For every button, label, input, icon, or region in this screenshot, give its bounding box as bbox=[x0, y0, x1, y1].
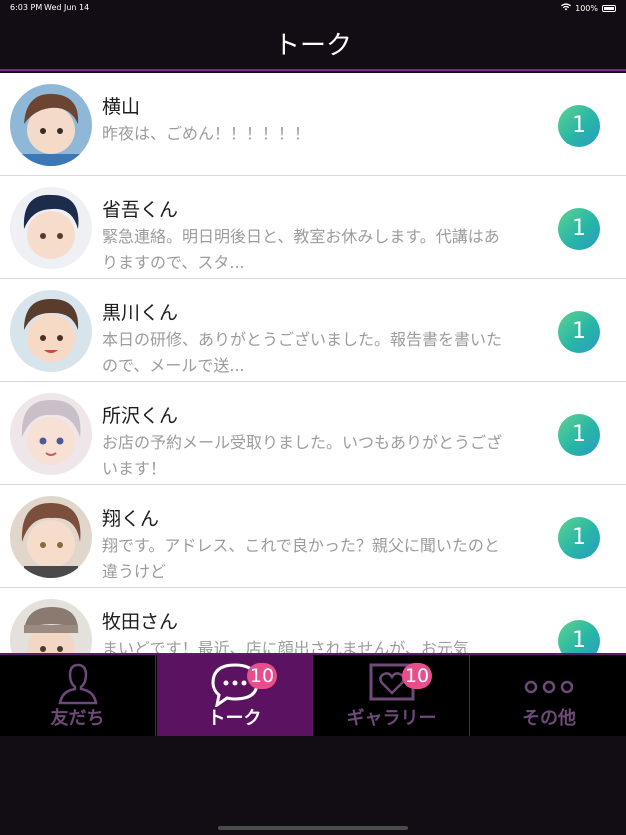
tab-bar: 友だち 10 トーク 10 ギャラリー その他 bbox=[0, 653, 626, 736]
gallery-heart-icon bbox=[314, 661, 469, 709]
status-date: Wed Jun 14 bbox=[44, 3, 90, 12]
tab-label: 友だち bbox=[50, 708, 105, 729]
chat-preview: お店の予約メール受取りました。いつもありがとうございます！ bbox=[102, 433, 503, 478]
chat-row[interactable]: 翔くん 翔です。アドレス、これで良かった？親父に聞いたのと違うけど 1 bbox=[0, 485, 626, 588]
chat-row[interactable]: 黒川くん 本日の研修、ありがとうございました。報告書を書いたので、メールで送..… bbox=[0, 279, 626, 382]
battery-icon bbox=[602, 4, 616, 12]
status-bar: 6:03 PM Wed Jun 14 100% bbox=[0, 0, 626, 16]
chat-preview: 本日の研修、ありがとうございました。報告書を書いたので、メールで送... bbox=[102, 330, 503, 375]
chat-row[interactable]: 省吾くん 緊急連絡。明日明後日と、教室お休みします。代講はありますので、スタ..… bbox=[0, 176, 626, 279]
battery-percent: 100% bbox=[575, 3, 598, 13]
unread-badge: 1 bbox=[558, 517, 600, 559]
chat-name: 省吾くん bbox=[102, 199, 179, 221]
chat-preview: まいどです！最近、店に顔出されませんが、お元気 bbox=[102, 639, 469, 653]
chat-preview: 翔です。アドレス、これで良かった？親父に聞いたのと違うけど bbox=[102, 536, 500, 581]
app-screen: 6:03 PM Wed Jun 14 100% トーク 横山 昨夜は、ごめん！！… bbox=[0, 0, 626, 835]
unread-badge: 1 bbox=[558, 105, 600, 147]
avatar bbox=[10, 599, 92, 653]
chat-row[interactable]: 横山 昨夜は、ごめん！！！！！！ 1 bbox=[0, 73, 626, 176]
person-icon bbox=[0, 661, 155, 709]
avatar bbox=[10, 393, 92, 475]
status-right: 100% bbox=[561, 3, 616, 13]
tab-talk[interactable]: 10 トーク bbox=[157, 655, 313, 736]
page-title: トーク bbox=[273, 31, 352, 61]
unread-badge: 1 bbox=[558, 414, 600, 456]
unread-badge: 1 bbox=[558, 620, 600, 653]
chat-name: 所沢くん bbox=[102, 405, 179, 427]
avatar bbox=[10, 187, 92, 269]
avatar bbox=[10, 290, 92, 372]
chat-name: 牧田さん bbox=[102, 611, 179, 633]
tab-more[interactable]: その他 bbox=[471, 655, 626, 736]
home-indicator bbox=[218, 826, 408, 830]
tab-gallery[interactable]: 10 ギャラリー bbox=[314, 655, 470, 736]
tab-label: その他 bbox=[522, 708, 576, 729]
chat-preview: 緊急連絡。明日明後日と、教室お休みします。代講はありますので、スタ... bbox=[102, 227, 500, 272]
unread-badge: 1 bbox=[558, 208, 600, 250]
chat-row[interactable]: 牧田さん まいどです！最近、店に顔出されませんが、お元気 1 bbox=[0, 588, 626, 653]
chat-preview: 昨夜は、ごめん！！！！！！ bbox=[102, 124, 311, 143]
unread-badge: 1 bbox=[558, 311, 600, 353]
status-time: 6:03 PM bbox=[10, 3, 43, 12]
wifi-icon bbox=[561, 3, 572, 13]
chat-name: 横山 bbox=[102, 96, 141, 118]
tab-count-badge: 10 bbox=[247, 663, 277, 689]
tab-count-badge: 10 bbox=[402, 663, 432, 689]
avatar bbox=[10, 84, 92, 166]
chat-name: 翔くん bbox=[102, 508, 160, 530]
chat-row[interactable]: 所沢くん お店の予約メール受取りました。いつもありがとうございます！ 1 bbox=[0, 382, 626, 485]
tab-label: ギャラリー bbox=[346, 708, 437, 729]
tab-friends[interactable]: 友だち bbox=[0, 655, 156, 736]
tab-label: トーク bbox=[207, 708, 262, 729]
avatar bbox=[10, 496, 92, 578]
page-header: トーク bbox=[0, 16, 626, 71]
chat-name: 黒川くん bbox=[102, 302, 179, 324]
chat-list[interactable]: 横山 昨夜は、ごめん！！！！！！ 1 省吾くん 緊急連絡。明日明後日と、教室お休… bbox=[0, 73, 626, 653]
more-dots-icon bbox=[471, 661, 626, 709]
